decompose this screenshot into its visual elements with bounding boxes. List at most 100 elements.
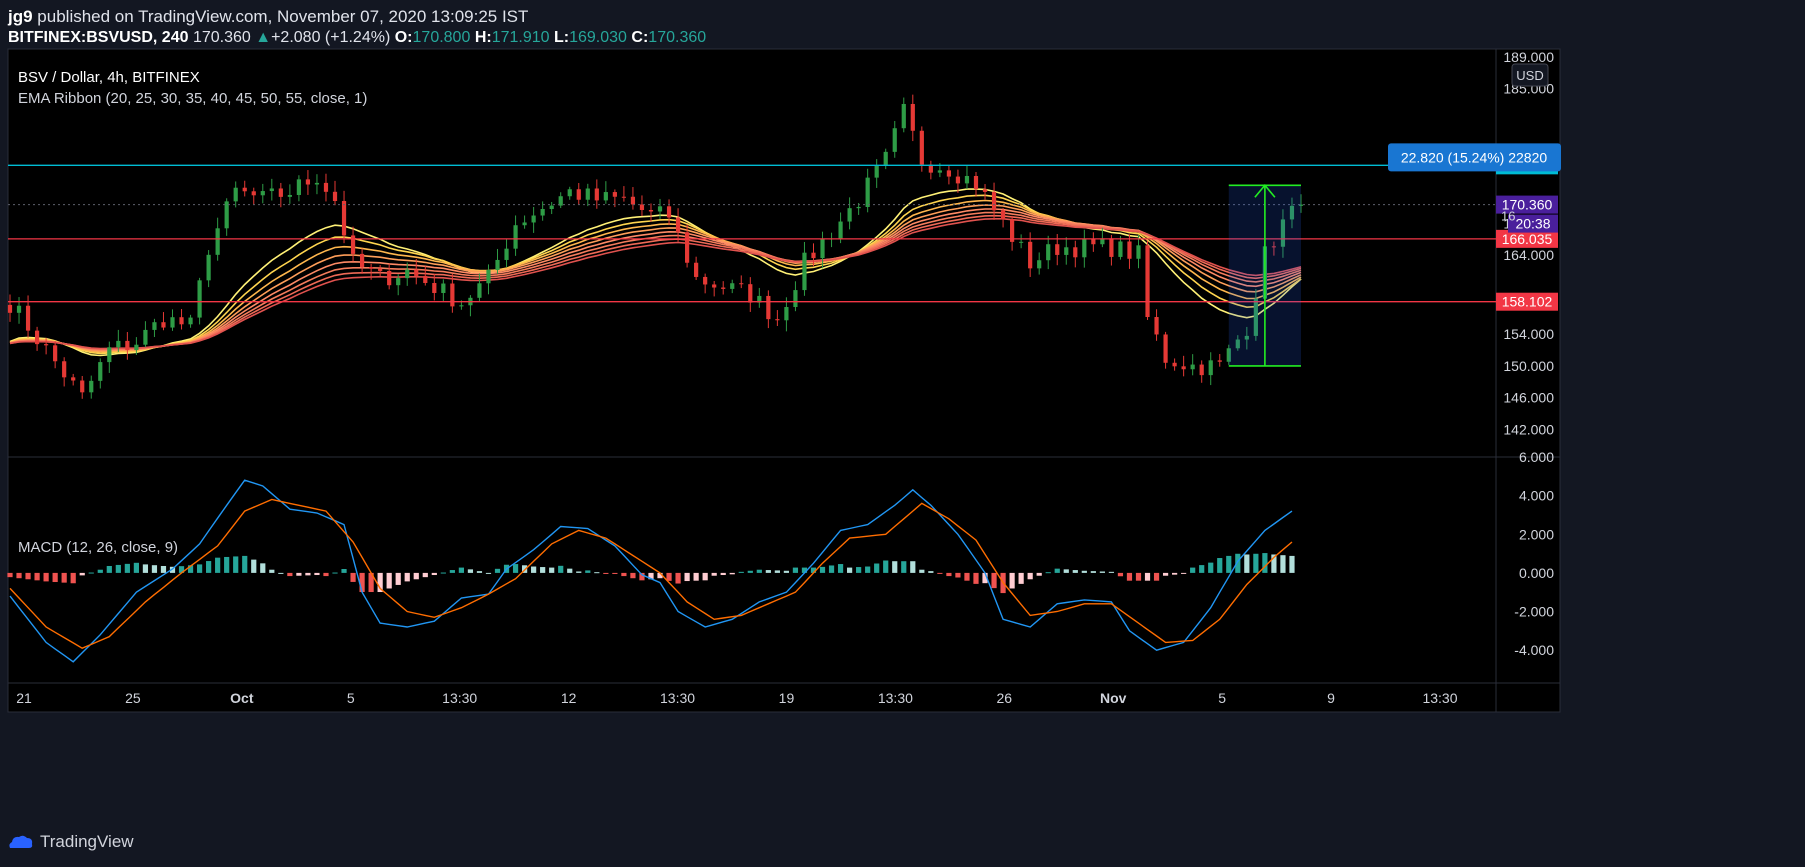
candle-body (215, 228, 220, 255)
candle-body (513, 225, 518, 249)
macd-histogram-bar (1280, 555, 1286, 573)
candle-body (612, 192, 617, 197)
author-name[interactable]: jg9 (8, 7, 33, 26)
time-tick-label: 25 (125, 690, 141, 706)
macd-histogram-bar (142, 564, 149, 573)
macd-histogram-bar (973, 572, 979, 584)
macd-histogram-bar (1199, 565, 1205, 573)
candle-body (739, 283, 744, 285)
macd-histogram-bar (485, 572, 492, 574)
candle-body (152, 322, 157, 330)
symbol-label[interactable]: BITFINEX:BSVUSD, 240 (8, 29, 188, 46)
macd-histogram-bar (1135, 572, 1142, 581)
candle-body (242, 187, 247, 192)
candle-body (1055, 244, 1060, 255)
candle-body (657, 206, 663, 212)
macd-histogram-bar (1144, 572, 1151, 581)
macd-histogram-bar (1009, 572, 1015, 589)
time-tick-label: 13:30 (660, 690, 695, 706)
macd-histogram-bar (512, 564, 519, 573)
macd-histogram-bar (115, 564, 121, 573)
macd-histogram-bar (774, 570, 780, 573)
macd-histogram-bar (1217, 558, 1223, 573)
macd-histogram-bar (494, 568, 501, 573)
candle-body (314, 182, 320, 185)
measure-label: 22.820 (15.24%) 22820 (1401, 149, 1548, 165)
candle-body (116, 340, 121, 348)
candle-body (414, 269, 419, 276)
macd-title: MACD (12, 26, close, 9) (18, 539, 178, 556)
macd-histogram-bar (476, 571, 483, 573)
macd-histogram-bar (206, 561, 212, 573)
macd-histogram-bar (106, 565, 112, 573)
macd-histogram-bar (1081, 570, 1087, 573)
macd-histogram-bar (847, 567, 853, 573)
indicator-label: EMA Ribbon (20, 25, 30, 35, 40, 45, 50, … (18, 90, 367, 107)
candle-body (567, 189, 572, 197)
candle-body (341, 200, 347, 236)
tradingview-cloud-logo-icon (9, 835, 33, 848)
macd-histogram-bar (124, 563, 130, 573)
candle-body (332, 191, 338, 201)
price-tick-label: 164.000 (1503, 247, 1554, 263)
macd-histogram-bar (224, 556, 230, 573)
price-tick-label: 154.000 (1503, 326, 1554, 342)
candle-body (847, 208, 852, 222)
candle-body (323, 182, 329, 192)
macd-histogram-bar (431, 572, 437, 576)
macd-histogram-bar (991, 572, 997, 589)
candle-body (1217, 360, 1222, 362)
macd-histogram-bar (819, 566, 826, 573)
macd-histogram-bar (1018, 572, 1024, 584)
price-tick-label: 142.000 (1503, 421, 1554, 437)
macd-histogram-bar (1126, 572, 1133, 581)
candle-body (495, 259, 500, 271)
close-value: 170.360 (648, 29, 707, 46)
candle-body (811, 252, 816, 259)
macd-histogram-bar (386, 572, 392, 589)
price-tick-label: 189.000 (1503, 49, 1554, 65)
level-price-label: 158.102 (1502, 294, 1553, 310)
candle-body (98, 362, 103, 381)
macd-histogram-bar (1244, 554, 1250, 573)
candle-body (143, 329, 148, 345)
chart-canvas[interactable]: 189.000185.000177.000168.000164.000154.0… (0, 0, 1805, 867)
macd-histogram-bar (160, 565, 167, 573)
macd-histogram-bar (783, 570, 790, 573)
candle-body (396, 278, 401, 286)
candle-body (838, 221, 843, 239)
macd-tick-label: 2.000 (1519, 526, 1554, 542)
candle-body (1037, 260, 1042, 269)
candle-body (296, 179, 301, 195)
open-label: O: (394, 29, 413, 46)
candle-body (441, 283, 446, 293)
candle-body (684, 232, 690, 263)
candle-body (44, 344, 49, 346)
macd-histogram-bar (79, 572, 85, 576)
macd-histogram-bar (540, 567, 546, 573)
macd-histogram-bar (43, 572, 49, 582)
candle-body (694, 262, 699, 277)
candle-body (883, 151, 888, 166)
macd-histogram-bar (630, 572, 636, 579)
macd-histogram-bar (955, 572, 961, 578)
candle-body (1199, 364, 1204, 376)
macd-histogram-bar (675, 572, 681, 584)
macd-histogram-bar (792, 567, 799, 573)
macd-histogram-bar (765, 570, 771, 573)
candle-body (766, 295, 771, 320)
macd-histogram-bar (684, 572, 690, 582)
candle-body (287, 194, 292, 197)
candle-body (486, 270, 491, 284)
candle-body (730, 283, 735, 289)
candle-body (630, 196, 636, 205)
time-tick-label: 13:30 (878, 690, 913, 706)
macd-histogram-bar (359, 572, 365, 593)
time-tick-label: 19 (779, 690, 795, 706)
macd-histogram-bar (133, 562, 139, 573)
macd-histogram-bar (693, 572, 699, 581)
footer-brand[interactable]: TradingView (8, 832, 134, 852)
macd-histogram-bar (567, 568, 573, 573)
candle-body (71, 377, 76, 381)
macd-histogram-bar (287, 572, 293, 577)
